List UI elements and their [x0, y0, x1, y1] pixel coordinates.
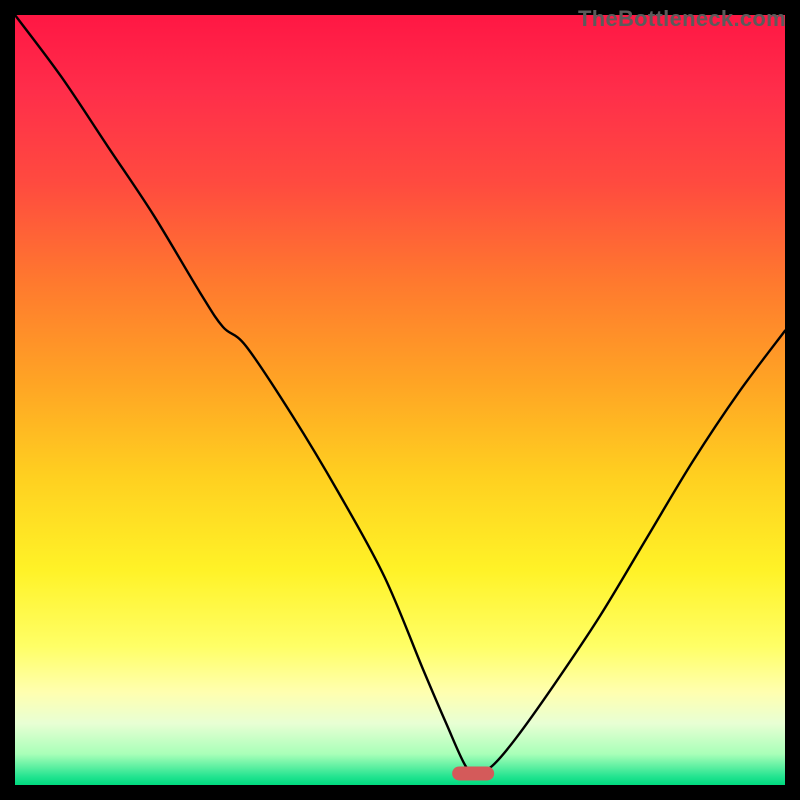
watermark-text: TheBottleneck.com — [578, 6, 786, 32]
plot-area — [15, 15, 785, 785]
gradient-background — [15, 15, 785, 785]
chart-frame: TheBottleneck.com — [0, 0, 800, 800]
chart-svg — [15, 15, 785, 785]
optimal-marker — [452, 766, 494, 780]
